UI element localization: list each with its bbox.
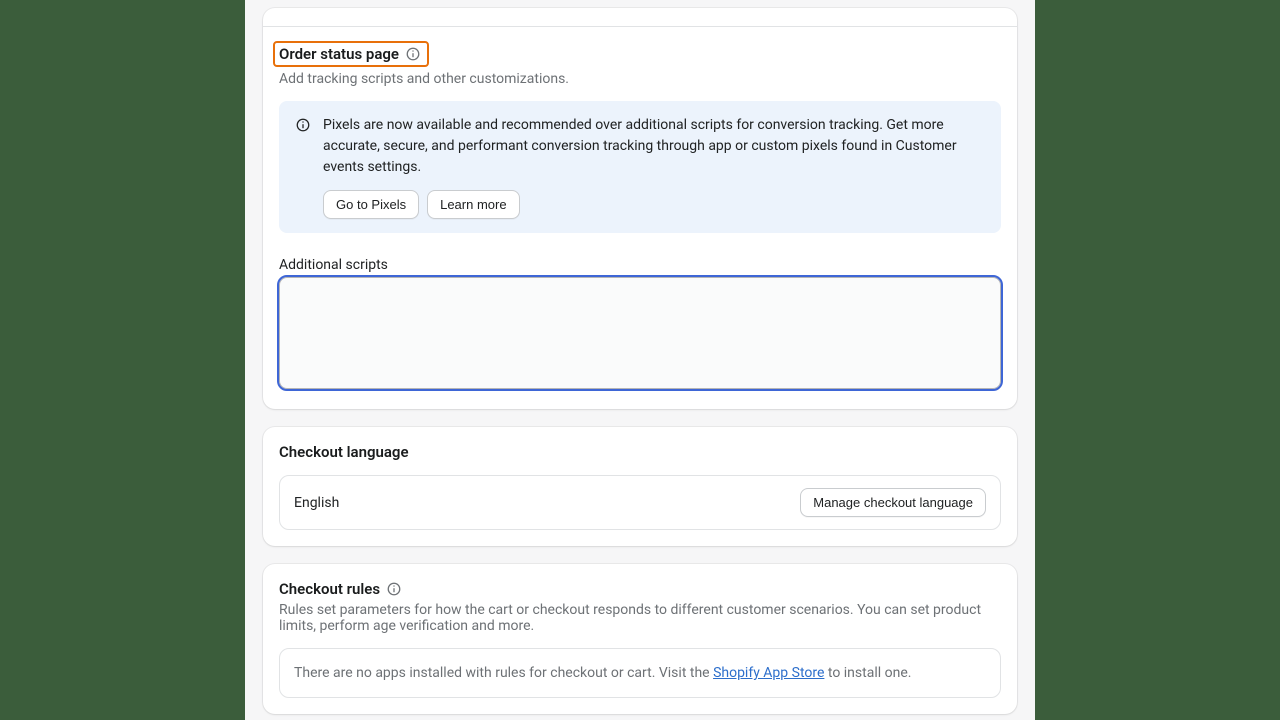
info-icon[interactable] bbox=[386, 581, 402, 597]
callout-prefix: There are no apps installed with rules f… bbox=[294, 665, 713, 681]
checkout-rules-subtitle: Rules set parameters for how the cart or… bbox=[279, 602, 1001, 634]
settings-page: Order status page Add tracking scripts a… bbox=[245, 0, 1035, 720]
order-status-card: Order status page Add tracking scripts a… bbox=[263, 8, 1017, 409]
pixels-banner: Pixels are now available and recommended… bbox=[279, 101, 1001, 233]
order-status-title-highlight: Order status page bbox=[273, 41, 429, 67]
banner-body: Pixels are now available and recommended… bbox=[323, 115, 985, 219]
go-to-pixels-button[interactable]: Go to Pixels bbox=[323, 190, 419, 219]
banner-actions: Go to Pixels Learn more bbox=[323, 190, 985, 219]
current-language: English bbox=[294, 495, 339, 511]
shopify-app-store-link[interactable]: Shopify App Store bbox=[713, 665, 824, 681]
banner-text: Pixels are now available and recommended… bbox=[323, 115, 985, 178]
info-icon[interactable] bbox=[405, 46, 421, 62]
callout-suffix: to install one. bbox=[824, 665, 911, 681]
additional-scripts-label: Additional scripts bbox=[279, 257, 1001, 273]
order-status-title: Order status page bbox=[279, 45, 399, 63]
checkout-rules-callout: There are no apps installed with rules f… bbox=[279, 648, 1001, 698]
checkout-rules-title-row: Checkout rules bbox=[279, 580, 402, 598]
learn-more-button[interactable]: Learn more bbox=[427, 190, 519, 219]
checkout-language-card: Checkout language English Manage checkou… bbox=[263, 427, 1017, 546]
manage-checkout-language-button[interactable]: Manage checkout language bbox=[800, 488, 986, 517]
info-icon bbox=[295, 116, 311, 132]
additional-scripts-input[interactable] bbox=[279, 277, 1001, 389]
order-status-subtitle: Add tracking scripts and other customiza… bbox=[279, 71, 1001, 87]
checkout-language-title: Checkout language bbox=[279, 443, 1001, 461]
checkout-rules-title: Checkout rules bbox=[279, 580, 380, 598]
checkout-language-row: English Manage checkout language bbox=[279, 475, 1001, 530]
checkout-rules-card: Checkout rules Rules set parameters for … bbox=[263, 564, 1017, 714]
